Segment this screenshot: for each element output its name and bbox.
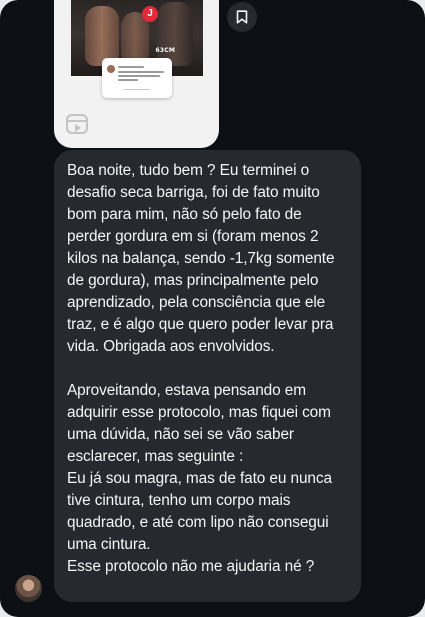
shared-reel-preview[interactable]: J 63CM [54, 0, 219, 148]
message-paragraph: Aproveitando, estava pensando em adquiri… [67, 382, 332, 575]
reel-logo: J [142, 6, 158, 22]
sender-avatar[interactable] [15, 575, 42, 602]
comment-line [118, 71, 164, 73]
comment-line [118, 79, 138, 81]
thumbnail-figure [157, 2, 193, 66]
comment-line [124, 89, 150, 90]
message-paragraph: Boa noite, tudo bem ? Eu terminei o desa… [67, 162, 339, 355]
dm-thread: J 63CM Boa noite, tudo bem ? Eu terminei… [0, 0, 425, 617]
reels-icon [66, 114, 88, 134]
comment-avatar [107, 65, 115, 73]
comment-line [118, 75, 160, 77]
save-button[interactable] [227, 2, 257, 32]
message-bubble[interactable]: Boa noite, tudo bem ? Eu terminei o desa… [54, 150, 361, 602]
thumbnail-tag: 63CM [155, 47, 175, 54]
thumbnail-figure [85, 6, 119, 66]
bookmark-icon [236, 10, 248, 24]
comment-line [118, 66, 144, 68]
reel-comment-preview [102, 58, 172, 98]
